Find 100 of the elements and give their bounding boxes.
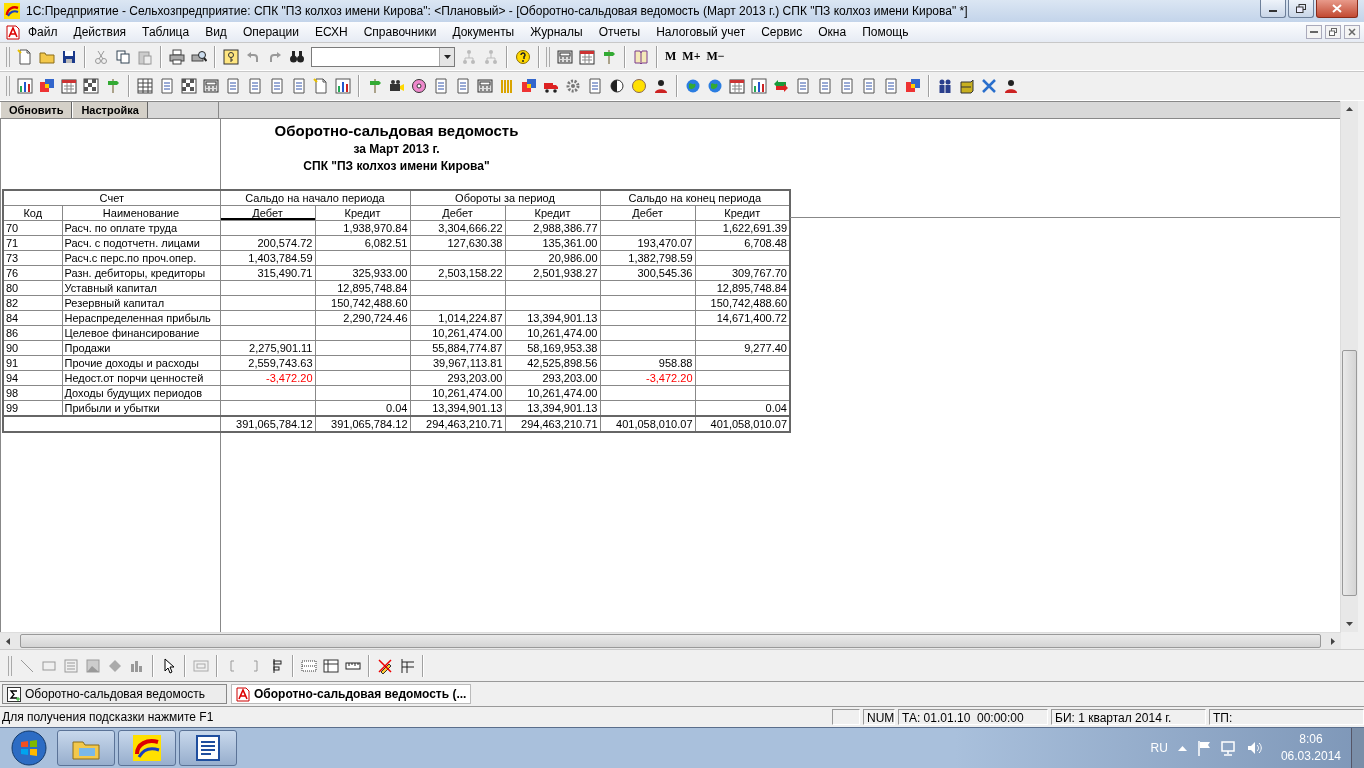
scroll-left-icon[interactable] <box>6 637 10 645</box>
menu-item[interactable]: Файл <box>20 25 66 39</box>
horizontal-scrollbar[interactable] <box>0 632 1341 649</box>
document-icon[interactable] <box>17 48 33 65</box>
menu-item[interactable]: Налоговый учет <box>648 25 754 39</box>
show-desktop-button[interactable] <box>1351 728 1364 768</box>
scrollbar-thumb[interactable] <box>1342 350 1357 596</box>
calendar-icon[interactable] <box>61 78 77 94</box>
report-button[interactable]: Обновить <box>0 102 73 118</box>
menu-item[interactable]: Вид <box>197 25 235 39</box>
arrows-icon[interactable] <box>773 78 789 94</box>
bar-chart-icon[interactable] <box>751 78 767 94</box>
scroll-right-icon[interactable] <box>1331 637 1335 645</box>
vertical-scrollbar[interactable] <box>1340 101 1358 632</box>
signpost-icon[interactable] <box>601 48 617 65</box>
form-icon[interactable] <box>247 78 263 94</box>
menu-item[interactable]: Журналы <box>522 25 591 39</box>
form-icon[interactable] <box>455 78 471 94</box>
form-icon[interactable] <box>883 78 899 94</box>
memory-button[interactable]: M− <box>703 49 728 64</box>
menu-item[interactable]: Документы <box>444 25 523 39</box>
save-icon[interactable] <box>61 48 77 65</box>
flag-icon[interactable] <box>1196 740 1211 756</box>
pencil-cross-icon[interactable] <box>377 657 393 674</box>
image-icon[interactable] <box>85 657 101 674</box>
cut-icon[interactable] <box>93 48 109 65</box>
scroll-down-icon[interactable] <box>1346 622 1353 626</box>
calculator-icon[interactable] <box>203 78 219 94</box>
blocks-icon[interactable] <box>521 78 537 94</box>
document-icon[interactable] <box>313 78 329 94</box>
memory-button[interactable]: M+ <box>679 49 704 64</box>
form-icon[interactable] <box>839 78 855 94</box>
menu-item[interactable]: Таблица <box>134 25 198 39</box>
calendar-icon[interactable] <box>729 78 745 94</box>
menu-item[interactable]: Окна <box>810 25 855 39</box>
binoculars-icon[interactable] <box>289 48 305 65</box>
close-button[interactable] <box>1344 25 1360 39</box>
blocks-icon[interactable] <box>905 78 921 94</box>
help-icon[interactable] <box>515 48 531 65</box>
form-icon[interactable] <box>159 78 175 94</box>
volume-icon[interactable] <box>1246 740 1263 756</box>
tray-arrow-icon[interactable] <box>1177 745 1187 751</box>
menu-item[interactable]: Отчеты <box>590 25 649 39</box>
report-button[interactable]: Настройка <box>72 102 148 118</box>
form-icon[interactable] <box>817 78 833 94</box>
minimize-button[interactable] <box>1260 0 1286 18</box>
table-header-icon[interactable] <box>323 657 339 674</box>
calculator-icon[interactable] <box>477 78 493 94</box>
menu-item[interactable]: Операции <box>234 25 307 39</box>
menu-item[interactable]: Действия <box>65 25 135 39</box>
calendar-icon[interactable] <box>579 48 595 65</box>
signpost-icon[interactable] <box>105 78 121 94</box>
window-tab[interactable]: Оборотно-сальдовая ведомость <box>2 684 227 704</box>
taskbar-app-button[interactable] <box>118 730 176 766</box>
printer-icon[interactable] <box>169 48 185 65</box>
form-icon[interactable] <box>225 78 241 94</box>
window-tab[interactable]: Оборотно-сальдовая ведомость (... <box>231 684 472 704</box>
combo-box[interactable] <box>311 46 455 67</box>
key-icon[interactable] <box>223 48 239 65</box>
globe-icon[interactable] <box>685 78 701 94</box>
book-icon[interactable] <box>633 48 649 65</box>
pointer-icon[interactable] <box>161 657 177 674</box>
minimize-button[interactable] <box>1306 25 1322 39</box>
menu-item[interactable]: Сервис <box>753 25 811 39</box>
form-icon[interactable] <box>269 78 285 94</box>
scrollbar-thumb[interactable] <box>20 634 1321 648</box>
crossed-tools-icon[interactable] <box>981 78 997 94</box>
line-icon[interactable] <box>19 657 35 674</box>
checkerboard-icon[interactable] <box>83 78 99 94</box>
circle-icon[interactable] <box>631 78 647 94</box>
restore-button[interactable] <box>1288 0 1314 18</box>
form-icon[interactable] <box>795 78 811 94</box>
half-circle-icon[interactable] <box>609 78 625 94</box>
gear-icon[interactable] <box>565 78 581 94</box>
people-icon[interactable] <box>937 78 953 94</box>
form-icon[interactable] <box>587 78 603 94</box>
restore-button[interactable] <box>1325 25 1341 39</box>
person-icon[interactable] <box>1003 78 1019 94</box>
cabinet-icon[interactable] <box>959 78 975 94</box>
memory-button[interactable]: M <box>662 49 680 64</box>
grid-icon[interactable] <box>301 657 317 674</box>
signpost-icon[interactable] <box>367 78 383 94</box>
blocks-icon[interactable] <box>39 78 55 94</box>
form-icon[interactable] <box>861 78 877 94</box>
table-icon[interactable] <box>137 78 153 94</box>
bar-chart-icon[interactable] <box>335 78 351 94</box>
close-button[interactable] <box>1316 0 1358 18</box>
scroll-up-icon[interactable] <box>1346 107 1353 111</box>
form-icon[interactable] <box>291 78 307 94</box>
person-icon[interactable] <box>653 78 669 94</box>
copy-icon[interactable] <box>115 48 131 65</box>
form-icon[interactable] <box>433 78 449 94</box>
bar-chart-icon[interactable] <box>17 78 33 94</box>
taskbar-app-button[interactable] <box>179 730 237 766</box>
network-icon[interactable] <box>1220 740 1237 756</box>
calculator-icon[interactable] <box>557 48 573 65</box>
globe-icon[interactable] <box>707 78 723 94</box>
checkerboard-icon[interactable] <box>181 78 197 94</box>
camera-icon[interactable] <box>389 78 405 94</box>
menu-item[interactable]: ЕСХН <box>307 25 356 39</box>
